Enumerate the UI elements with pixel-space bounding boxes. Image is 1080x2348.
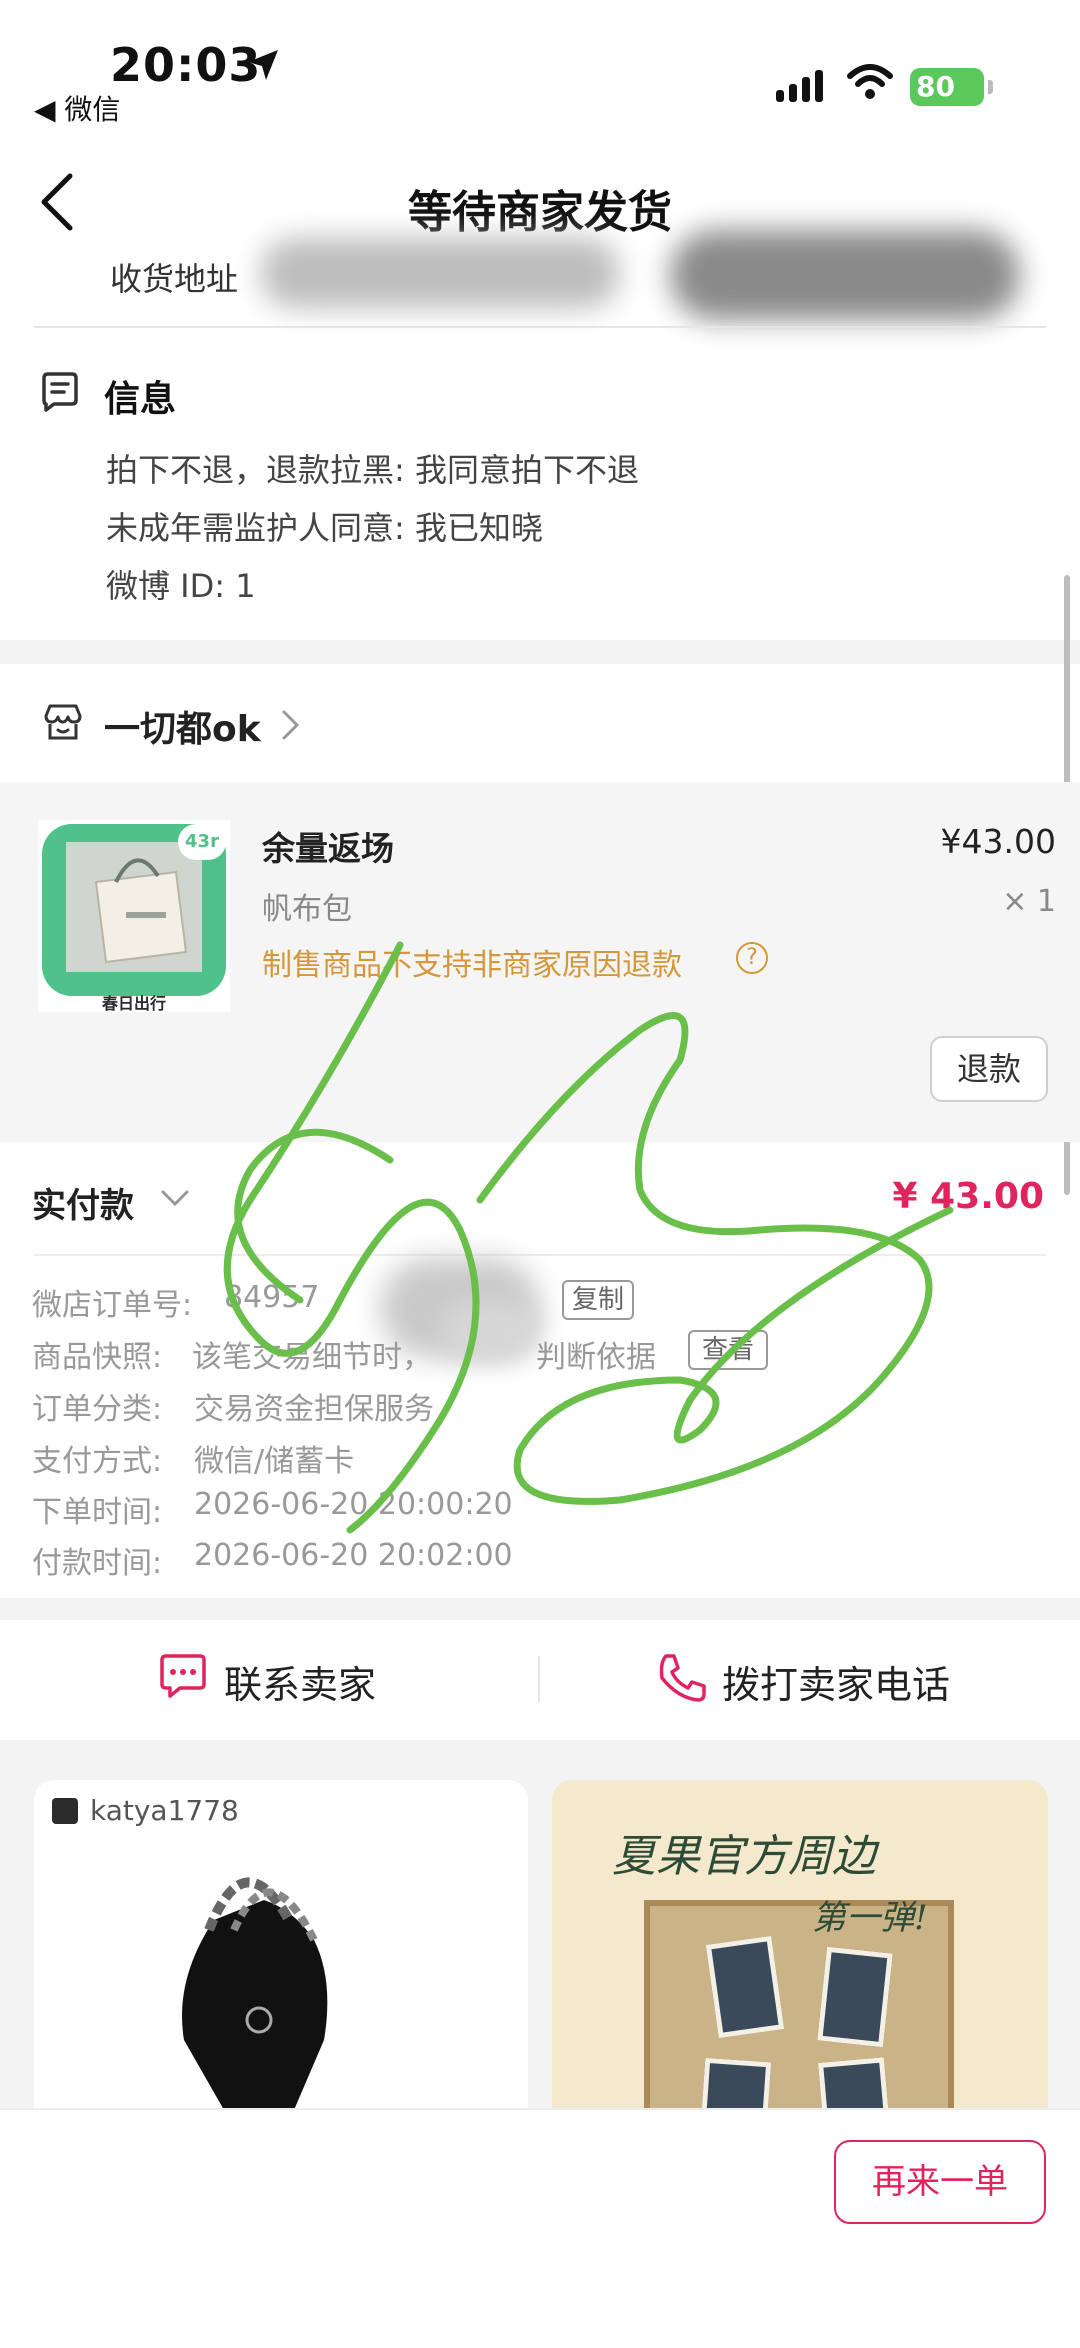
thumbnail-caption: 春日出行 [101, 994, 166, 1012]
recommendation-card-subtitle: 第一弹! [812, 1898, 928, 1938]
chat-icon[interactable] [156, 1652, 210, 1702]
view-snapshot-button[interactable]: 查看 [688, 1330, 768, 1370]
order-time-label: 下单时间: [32, 1495, 163, 1530]
call-seller-button[interactable]: 拨打卖家电话 [722, 1654, 950, 1709]
snapshot-value: 该笔交易细节时， [192, 1340, 432, 1375]
thumbnail-photo [66, 842, 202, 972]
product-thumbnail[interactable]: 43r 春日出行 [38, 820, 230, 1012]
wechat-icon [52, 1798, 78, 1824]
phone-icon[interactable] [656, 1652, 708, 1704]
divider [538, 1656, 540, 1702]
payment-amount: ¥ 43.00 [892, 1176, 1044, 1217]
shop-icon [44, 704, 82, 740]
order-number-label: 微店订单号: [32, 1288, 193, 1323]
category-label: 订单分类: [32, 1392, 163, 1427]
product-price: ¥43.00 [940, 822, 1056, 861]
cellular-signal-icon [776, 70, 823, 102]
thumbnail-badge: 43r [178, 824, 226, 860]
reorder-button[interactable]: 再来一单 [834, 2140, 1046, 2224]
contact-seller-button[interactable]: 联系卖家 [224, 1654, 376, 1709]
shop-name[interactable]: 一切都ok [104, 700, 261, 752]
info-title: 信息 [104, 379, 177, 420]
category-value: 交易资金担保服务 [194, 1392, 434, 1427]
tote-bag-illustration [66, 842, 202, 972]
snapshot-value-tail: 判断依据 [536, 1340, 656, 1375]
order-number-value: 84957 [224, 1280, 320, 1315]
product-name: 余量返场 [262, 829, 394, 868]
chevron-down-icon[interactable] [160, 1188, 190, 1208]
info-line: 微博 ID: 1 [106, 567, 256, 605]
redacted-blur [440, 1300, 540, 1360]
recommendation-card-title: 夏果官方周边 [612, 1831, 876, 1882]
payment-method-value: 微信/储蓄卡 [194, 1444, 355, 1479]
help-icon[interactable]: ? [736, 942, 768, 974]
redacted-blur [670, 230, 1020, 320]
order-time-value: 2026-06-20 20:00:20 [194, 1487, 513, 1522]
chevron-right-icon[interactable] [280, 708, 302, 742]
redacted-blur [260, 238, 620, 308]
refund-warning: 制售商品不支持非商家原因退款 [262, 948, 682, 983]
payment-label[interactable]: 实付款 [32, 1178, 134, 1227]
info-line: 拍下不退，退款拉黑: 我同意拍下不退 [106, 451, 639, 489]
black-bag-image [182, 1877, 328, 2110]
note-icon [42, 372, 78, 412]
product-spec: 帆布包 [262, 892, 352, 927]
pay-time-value: 2026-06-20 20:02:00 [194, 1538, 513, 1573]
photo-card [817, 1946, 893, 2048]
wifi-icon [847, 64, 893, 99]
divider [34, 1254, 1046, 1256]
recommendation-card[interactable]: 夏果官方周边 第一弹! [552, 1780, 1048, 2110]
location-arrow-icon [248, 50, 278, 80]
battery-indicator: 80 [910, 68, 984, 106]
snapshot-label: 商品快照: [32, 1340, 163, 1375]
pay-time-label: 付款时间: [32, 1546, 163, 1581]
photo-card [818, 2057, 892, 2110]
recommendation-card[interactable] [34, 1780, 528, 2110]
refund-button[interactable]: 退款 [930, 1036, 1048, 1102]
payment-method-label: 支付方式: [32, 1444, 163, 1479]
divider [34, 326, 1046, 328]
section-gap [0, 1598, 1080, 1620]
product-quantity: × 1 [1002, 884, 1056, 919]
section-gap [0, 640, 1080, 664]
status-bar: 20:03 ◀ 微信 80 [0, 0, 1080, 130]
back-to-wechat[interactable]: ◀ 微信 [34, 88, 120, 128]
address-label: 收货地址 [110, 260, 239, 298]
copy-button[interactable]: 复制 [562, 1280, 634, 1320]
recommendation-user: katya1778 [90, 1794, 239, 1827]
status-time: 20:03 [110, 38, 262, 92]
battery-tip [988, 80, 993, 94]
photo-card [705, 1935, 785, 2039]
photo-card [698, 2057, 772, 2110]
info-line: 未成年需监护人同意: 我已知晓 [106, 509, 543, 547]
